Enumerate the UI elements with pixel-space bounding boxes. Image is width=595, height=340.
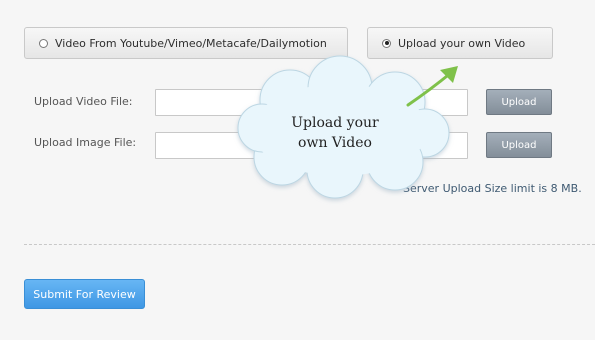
callout-text: Upload your own Video — [291, 115, 379, 151]
callout-cloud — [237, 55, 458, 199]
